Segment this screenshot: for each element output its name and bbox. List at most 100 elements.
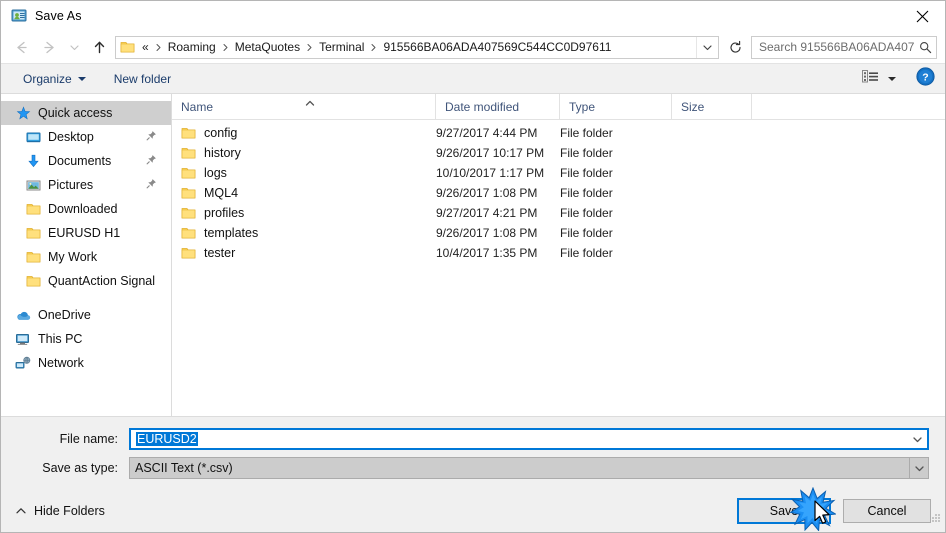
column-header-label: Date modified (445, 99, 520, 114)
sidebar-item-onedrive[interactable]: OneDrive (1, 303, 171, 327)
breadcrumb-terminal[interactable]: Terminal (315, 37, 368, 58)
network-icon (15, 355, 31, 371)
hide-folders-label: Hide Folders (34, 503, 105, 518)
table-row[interactable]: tester 10/4/2017 1:35 PM File folder (172, 243, 945, 263)
file-date: 9/27/2017 4:21 PM (436, 206, 538, 220)
cancel-label: Cancel (867, 503, 907, 518)
folder-icon (181, 166, 196, 180)
file-name: config (204, 126, 238, 140)
dialog-footer: Hide Folders Save Cancel (1, 488, 945, 532)
file-name-input[interactable]: EURUSD2 (129, 428, 929, 450)
folder-icon (181, 226, 196, 240)
breadcrumb-chevron-icon (220, 43, 231, 52)
help-icon: ? (916, 66, 935, 91)
back-button[interactable] (7, 34, 35, 60)
breadcrumb-root[interactable]: « (138, 37, 153, 58)
new-folder-button[interactable]: New folder (106, 68, 179, 90)
sidebar-item-eurusd-h1[interactable]: EURUSD H1 (1, 221, 171, 245)
documents-icon (25, 153, 41, 169)
sort-ascending-icon (303, 94, 317, 112)
sidebar-item-quick-access[interactable]: Quick access (1, 101, 171, 125)
file-type: File folder (560, 246, 613, 260)
save-as-app-icon (11, 8, 27, 24)
chevron-down-icon (77, 76, 86, 81)
file-name-value-wrap: EURUSD2 (131, 432, 908, 446)
sidebar-item-label: Pictures (48, 178, 94, 192)
search-input[interactable]: Search 915566BA06ADA40756... (751, 35, 937, 59)
organize-button[interactable]: Organize (15, 68, 94, 90)
table-row[interactable]: templates 9/26/2017 1:08 PM File folder (172, 223, 945, 243)
file-name-cell: profiles (172, 206, 436, 220)
sidebar-item-documents[interactable]: Documents (1, 149, 171, 173)
address-bar[interactable]: « Roaming MetaQuotes Terminal 915566BA06… (115, 35, 719, 59)
breadcrumb-current-folder[interactable]: 915566BA06ADA407569C544CC0D97611 (379, 37, 615, 58)
sidebar-item-this-pc[interactable]: This PC (1, 327, 171, 351)
cancel-button[interactable]: Cancel (843, 498, 931, 523)
hide-folders-button[interactable]: Hide Folders (15, 504, 105, 518)
resize-grip[interactable] (927, 510, 941, 529)
breadcrumb-metaquotes[interactable]: MetaQuotes (231, 37, 304, 58)
breadcrumb-chevron-icon (153, 43, 164, 52)
sidebar-item-my-work[interactable]: My Work (1, 245, 171, 269)
table-row[interactable]: logs 10/10/2017 1:17 PM File folder (172, 163, 945, 183)
file-name: MQL4 (204, 186, 239, 200)
column-header-type[interactable]: Type (560, 93, 672, 120)
file-date: 10/4/2017 1:35 PM (436, 246, 538, 260)
refresh-button[interactable] (723, 36, 747, 59)
forward-button[interactable] (35, 34, 63, 60)
sidebar-item-desktop[interactable]: Desktop (1, 125, 171, 149)
file-name-label: File name: (59, 432, 118, 446)
pin-icon[interactable] (146, 130, 157, 144)
folder-icon (120, 40, 135, 54)
file-type: File folder (560, 186, 613, 200)
close-button[interactable] (899, 1, 945, 31)
file-type: File folder (560, 146, 613, 160)
table-row[interactable]: config 9/27/2017 4:44 PM File folder (172, 123, 945, 143)
title-bar: Save As (1, 1, 945, 31)
table-row[interactable]: history 9/26/2017 10:17 PM File folder (172, 143, 945, 163)
sidebar-item-quantaction-signal[interactable]: QuantAction Signal (1, 269, 171, 293)
sidebar-item-network[interactable]: Network (1, 351, 171, 375)
pictures-icon (25, 177, 41, 193)
table-row[interactable]: MQL4 9/26/2017 1:08 PM File folder (172, 183, 945, 203)
search-icon[interactable] (914, 41, 936, 54)
recent-locations-button[interactable] (63, 34, 85, 60)
file-name: profiles (204, 206, 245, 220)
column-header-size[interactable]: Size (672, 93, 752, 120)
file-name: history (204, 146, 241, 160)
search-placeholder: Search 915566BA06ADA40756... (759, 40, 914, 54)
up-button[interactable] (85, 34, 113, 60)
save-button[interactable]: Save (737, 497, 831, 524)
address-dropdown-icon[interactable] (696, 36, 718, 58)
file-date: 9/27/2017 4:44 PM (436, 126, 538, 140)
breadcrumb-chevron-icon (368, 43, 379, 52)
pin-icon[interactable] (146, 154, 157, 168)
file-name-cell: history (172, 146, 436, 160)
chevron-down-icon[interactable] (908, 434, 927, 445)
thispc-icon (15, 331, 31, 347)
file-type: File folder (560, 226, 613, 240)
help-button[interactable]: ? (916, 66, 935, 91)
sidebar-item-label: Desktop (48, 130, 94, 144)
folder-icon (181, 246, 196, 260)
folder-icon (181, 206, 196, 220)
save-as-type-label: Save as type: (42, 461, 118, 475)
column-header-date-modified[interactable]: Date modified (436, 93, 560, 120)
view-layout-button[interactable] (856, 66, 902, 92)
breadcrumb-chevron-icon (304, 43, 315, 52)
save-label: Save (769, 503, 799, 518)
sidebar-item-pictures[interactable]: Pictures (1, 173, 171, 197)
table-row[interactable]: profiles 9/27/2017 4:21 PM File folder (172, 203, 945, 223)
file-name-cell: MQL4 (172, 186, 436, 200)
save-as-dialog: Save As « Roaming MetaQuotes Terminal 91… (0, 0, 946, 533)
file-rows: config 9/27/2017 4:44 PM File folder his… (172, 120, 945, 416)
file-date: 9/26/2017 1:08 PM (436, 186, 538, 200)
chevron-down-icon[interactable] (909, 458, 928, 478)
save-as-type-select[interactable]: ASCII Text (*.csv) (129, 457, 929, 479)
pin-icon[interactable] (146, 178, 157, 192)
folder-icon (25, 249, 41, 265)
breadcrumb-roaming[interactable]: Roaming (164, 37, 220, 58)
sidebar-item-downloaded[interactable]: Downloaded (1, 197, 171, 221)
file-type: File folder (560, 126, 613, 140)
